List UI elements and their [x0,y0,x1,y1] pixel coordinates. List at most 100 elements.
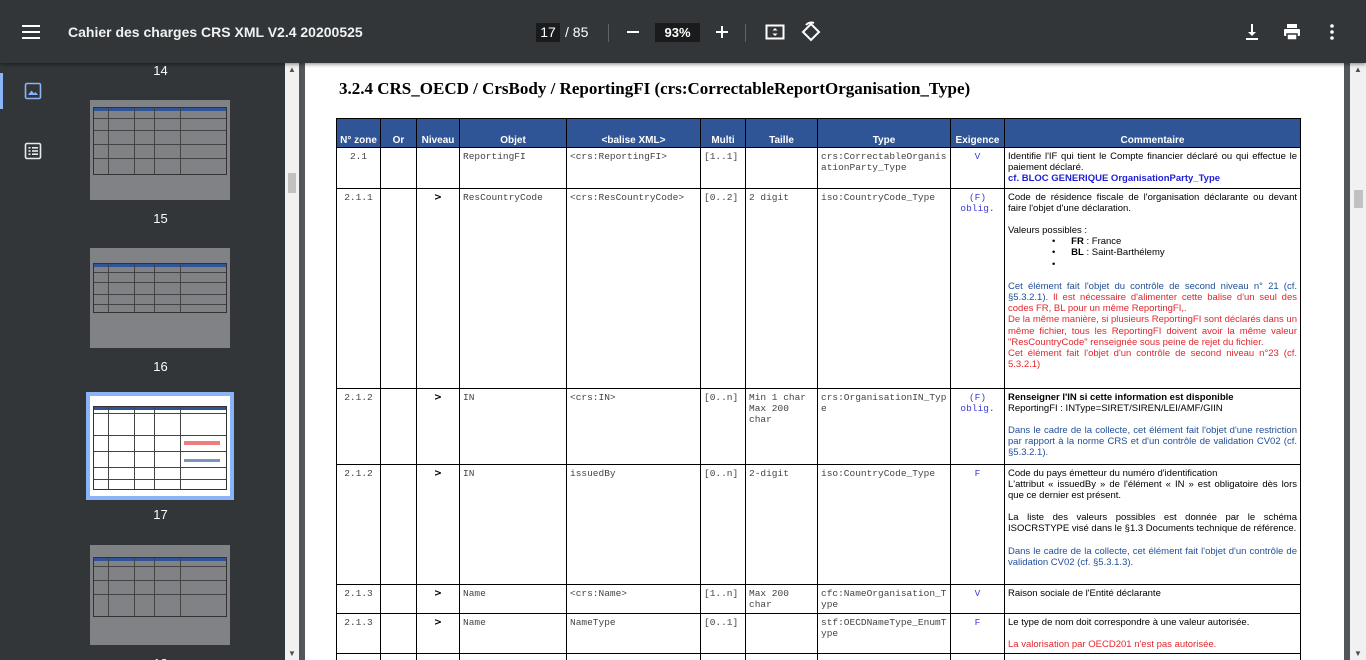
comment-text: Code du pays émetteur du numéro d'identi… [1008,467,1218,479]
cell-taille [745,147,818,189]
cell-commentaire: Identifie l'IF qui tient le Compte finan… [1004,147,1301,189]
document-scrollbar-thumb[interactable] [1354,190,1363,208]
cell-type: stf:OECDNameType_EnumType [817,612,951,655]
header-zone: N° zone [336,118,381,148]
document-viewer: 3.2.4 CRS_OECD / CrsBody / ReportingFI (… [299,63,1350,660]
document-scrollbar[interactable]: ▲ ▼ [1350,63,1366,660]
rotate-icon[interactable] [799,20,823,44]
cell-balise: <crs:ReportingFI> [566,147,701,189]
cell-objet: IN [459,387,567,465]
menu-icon[interactable] [22,22,46,42]
table-row: 2.1 ReportingFI <crs:ReportingFI> [1..1]… [336,147,1301,189]
comment-text: L'attribut « issuedBy » de l'élément « I… [1008,478,1297,502]
cell-type: iso:CountryCode_Type [817,187,951,389]
table-header-row: N° zone Or Niveau Objet <balise XML> Mul… [336,118,1301,148]
cell-taille: 2-digit [745,463,818,585]
comment-text: Raison sociale de l'Entité déclarante [1008,587,1161,599]
cell-multi: [1..n] [700,583,746,614]
cell-exigence: F [950,463,1005,585]
section-title: 3.2.4 CRS_OECD / CrsBody / ReportingFI (… [339,79,971,98]
thumbnail-page-number: 14 [153,63,168,78]
page-thumbnail-17[interactable] [86,392,234,500]
table-row: 2.1.2 > IN <crs:IN> [0..n] Min 1 char Ma… [336,387,1301,465]
cell-objet: IN [459,463,567,585]
comment-control: Dans le cadre de la collecte, cet élémen… [1008,545,1297,568]
comment-warning: Cet élément fait l'objet d'un contrôle d… [1008,348,1297,371]
header-type: Type [817,118,951,148]
page-thumbnail-15[interactable] [90,100,230,200]
cell-taille: Max 200 char [745,583,818,614]
cell-or [380,187,417,389]
country-code: BL [1071,247,1084,259]
cell-zone: 2.1.2 [336,463,381,585]
cell-objet: ResCountryCode [459,187,567,389]
cell-commentaire: Code du pays émetteur du numéro d'identi… [1004,463,1301,585]
table-row: 2.1.2 > IN issuedBy [0..n] 2-digit iso:C… [336,463,1301,585]
table-row: 2.1.3 > Name NameType [0..1] stf:OECDNam… [336,612,1301,655]
cell-taille: Min 1 char Max 200 char [745,387,818,465]
page-thumbnail-16[interactable] [90,248,230,348]
download-icon[interactable] [1240,20,1264,44]
header-or: Or [380,118,417,148]
page-number-input[interactable]: 17 [536,23,560,42]
cell-type: crs:OrganisationIN_Type [817,387,951,465]
cell-multi: [0..n] [700,387,746,465]
thumbnail-page-number: 15 [153,211,168,226]
cell-zone: 2.1 [336,147,381,189]
comment-warning: Il est nécessaire d'alimenter cette bali… [1008,292,1297,315]
outline-tab-icon[interactable] [22,140,44,162]
cell-balise: <crs:ResCountryCode> [566,187,701,389]
list-item: • [1052,258,1056,270]
cell-commentaire: Renseigner l'IN si cette information est… [1004,387,1301,465]
zoom-in-icon[interactable] [710,20,734,44]
pdf-page: 3.2.4 CRS_OECD / CrsBody / ReportingFI (… [305,63,1344,660]
specification-table: N° zone Or Niveau Objet <balise XML> Mul… [336,118,1301,660]
cell-or [380,612,417,655]
cell-niveau [416,147,460,189]
cell-exigence: (F) oblig. [950,187,1005,389]
sidebar-scrollbar-thumb[interactable] [288,173,296,193]
thumbnail-page-number: 18 [68,656,253,660]
thumbnail-page-number: 17 [153,507,168,522]
table-row [336,653,1301,660]
cell-or [380,463,417,585]
cell-taille: 2 digit [745,187,818,389]
cell-exigence: V [950,583,1005,614]
thumbnail-list: 14 15 16 17 [68,63,285,660]
page-total: / 85 [565,24,589,40]
cell-balise: issuedBy [566,463,701,585]
comment-link: cf. BLOC GENERIQUE OrganisationParty_Typ… [1008,173,1221,185]
comment-text: La liste des valeurs possibles est donné… [1008,512,1297,535]
fit-page-icon[interactable] [763,20,787,44]
cell-or [380,583,417,614]
cell-commentaire: Code de résidence fiscale de l'organisat… [1004,187,1301,389]
country-code: FR [1071,236,1084,248]
print-icon[interactable] [1280,20,1304,44]
toolbar-divider [745,24,746,42]
header-balise: <balise XML> [566,118,701,148]
header-multi: Multi [700,118,746,148]
cell-commentaire: Raison sociale de l'Entité déclarante [1004,583,1301,614]
more-icon[interactable] [1320,20,1344,44]
toolbar-divider [608,24,609,42]
zoom-out-icon[interactable] [621,20,645,44]
header-commentaire: Commentaire [1004,118,1301,148]
comment-text: ReportingFI : INType=SIRET/SIREN/LEI/AMF… [1008,402,1223,414]
pdf-toolbar: Cahier des charges CRS XML V2.4 20200525… [0,0,1366,63]
cell-multi: [0..2] [700,187,746,389]
table-row: 2.1.1 > ResCountryCode <crs:ResCountryCo… [336,187,1301,389]
header-objet: Objet [459,118,567,148]
cell-objet: Name [459,583,567,614]
cell-zone: 2.1.1 [336,187,381,389]
sidebar-scrollbar[interactable]: ▲ ▼ [285,63,299,660]
sidebar-tabs [0,63,68,660]
cell-balise: <crs:IN> [566,387,701,465]
cell-zone: 2.1.3 [336,583,381,614]
thumbnail-sidebar: 14 15 16 17 [0,63,285,660]
comment-control: Dans le cadre de la collecte, cet élémen… [1008,425,1297,459]
zoom-level-input[interactable]: 93% [655,23,700,42]
thumbnails-tab-icon[interactable] [22,80,44,102]
list-item: • BL : Saint-Barthélemy [1052,247,1165,259]
cell-niveau: > [416,187,460,389]
page-thumbnail-18[interactable] [90,545,230,645]
